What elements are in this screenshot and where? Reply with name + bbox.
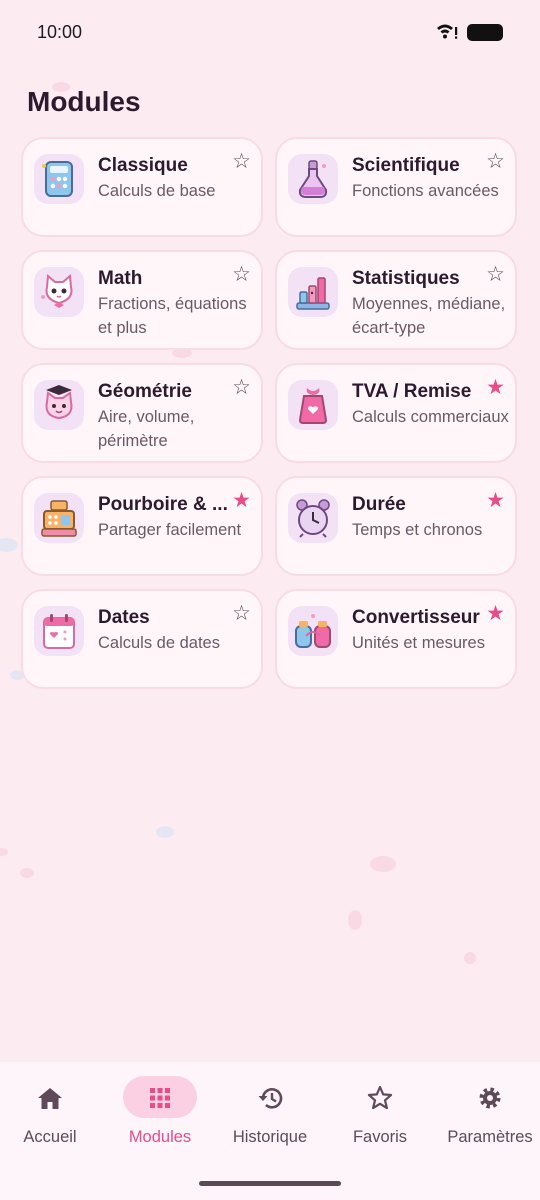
background-petal [370, 856, 396, 872]
wifi-icon [436, 22, 458, 45]
nav-item-historique[interactable]: Historique [215, 1076, 325, 1156]
graduate-kitten-icon [34, 380, 84, 430]
module-title: Pourboire & ... [98, 494, 228, 515]
module-title: Classique [98, 155, 188, 176]
history-icon [258, 1088, 283, 1109]
nav-item-accueil[interactable]: Accueil [0, 1076, 105, 1156]
module-description: Moyennes, médiane, écart-type [352, 295, 506, 337]
module-title: Math [98, 268, 143, 289]
nav-item-favoris[interactable]: Favoris [325, 1076, 435, 1156]
background-petal [464, 952, 476, 964]
calendar-icon [34, 606, 84, 656]
nav-label: Favoris [352, 1128, 408, 1146]
module-title: Statistiques [352, 268, 460, 289]
module-title: Durée [352, 494, 406, 515]
favorite-star-icon[interactable]: ★ [232, 490, 251, 512]
nav-label: Historique [232, 1128, 308, 1146]
module-card-statistiques[interactable]: Statistiques Moyennes, médiane, écart-ty… [275, 250, 517, 350]
battery-icon [467, 24, 503, 41]
favorite-star-icon[interactable]: ☆ [232, 377, 251, 399]
module-card-dates[interactable]: Dates Calculs de dates ☆ [21, 589, 263, 689]
module-card-classique[interactable]: Classique Calculs de base ☆ [21, 137, 263, 237]
module-description: Partager facilement [98, 521, 242, 539]
kitten-icon [34, 267, 84, 317]
favorite-star-icon[interactable]: ☆ [486, 151, 505, 173]
background-petal [20, 868, 34, 878]
favorite-star-icon[interactable]: ★ [486, 490, 505, 512]
nav-item-modules[interactable]: Modules [105, 1076, 215, 1156]
module-card-geometrie[interactable]: Géométrie Aire, volume, périmètre ☆ [21, 363, 263, 463]
nav-label: Accueil [23, 1128, 77, 1146]
favorite-star-icon[interactable]: ☆ [232, 151, 251, 173]
module-title: Convertisseur [352, 607, 480, 628]
price-tag-icon [288, 380, 338, 430]
calculator-icon [34, 154, 84, 204]
module-card-duree[interactable]: Durée Temps et chronos ★ [275, 476, 517, 576]
potion-flask-icon [288, 154, 338, 204]
module-title: TVA / Remise [352, 381, 472, 402]
status-time: 10:00 [37, 22, 83, 42]
module-description: Calculs commerciaux [352, 408, 509, 426]
converter-jars-icon [288, 606, 338, 656]
gear-icon [479, 1087, 501, 1109]
module-description: Aire, volume, périmètre [98, 408, 195, 450]
nav-label: Paramètres [447, 1128, 533, 1146]
module-card-pourboire[interactable]: Pourboire & ... Partager facilement ★ [21, 476, 263, 576]
bar-chart-icon [288, 267, 338, 317]
favorite-star-icon[interactable]: ★ [486, 603, 505, 625]
cash-register-icon [34, 493, 84, 543]
grid-icon [150, 1088, 170, 1108]
module-description: Calculs de dates [98, 634, 220, 652]
alarm-clock-icon [288, 493, 338, 543]
status-bar: 10:00 [0, 0, 540, 64]
module-title: Dates [98, 607, 150, 628]
module-title: Géométrie [98, 381, 192, 402]
module-description: Fonctions avancées [352, 182, 499, 200]
favorite-star-icon[interactable]: ☆ [486, 264, 505, 286]
bottom-navigation: Accueil Modules Historique Favoris Param… [0, 1062, 540, 1200]
background-petal [348, 910, 362, 930]
module-card-convertisseur[interactable]: Convertisseur Unités et mesures ★ [275, 589, 517, 689]
background-petal [156, 826, 174, 838]
favorite-star-icon[interactable]: ☆ [232, 603, 251, 625]
module-card-math[interactable]: Math Fractions, équations et plus ☆ [21, 250, 263, 350]
background-petal [0, 538, 18, 552]
home-icon [38, 1088, 62, 1109]
module-description: Temps et chronos [352, 521, 483, 539]
module-card-tva-remise[interactable]: TVA / Remise Calculs commerciaux ★ [275, 363, 517, 463]
favorite-star-icon[interactable]: ☆ [232, 264, 251, 286]
nav-label: Modules [128, 1128, 192, 1146]
background-petal [0, 848, 8, 856]
module-card-scientifique[interactable]: Scientifique Fonctions avancées ☆ [275, 137, 517, 237]
nav-item-parametres[interactable]: Paramètres [435, 1076, 540, 1156]
star-outline-icon [367, 1085, 393, 1110]
module-description: Unités et mesures [352, 634, 485, 652]
page-title: Modules [27, 86, 141, 117]
module-description: Fractions, équations et plus [98, 295, 247, 337]
gesture-home-bar[interactable] [199, 1181, 341, 1186]
module-description: Calculs de base [98, 182, 216, 200]
module-title: Scientifique [352, 155, 460, 176]
favorite-star-icon[interactable]: ★ [486, 377, 505, 399]
